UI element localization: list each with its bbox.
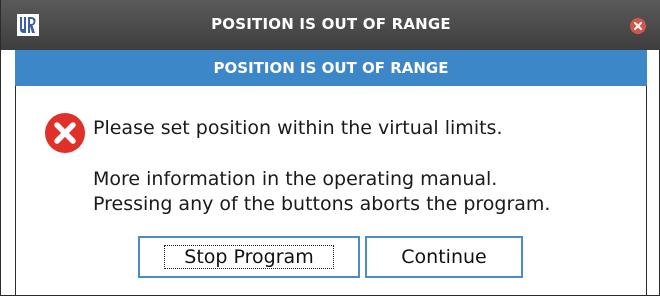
dialog-border-left xyxy=(15,86,16,296)
message-line-2: More information in the operating manual… xyxy=(93,168,498,190)
error-icon xyxy=(44,112,86,154)
continue-label: Continue xyxy=(401,246,487,268)
title-bar[interactable]: POSITION IS OUT OF RANGE xyxy=(1,0,660,50)
continue-button[interactable]: Continue xyxy=(365,236,523,278)
message-line-3: Pressing any of the buttons aborts the p… xyxy=(93,193,551,215)
close-icon[interactable] xyxy=(630,18,646,34)
stop-program-label: Stop Program xyxy=(184,246,314,268)
error-dialog: POSITION IS OUT OF RANGE POSITION IS OUT… xyxy=(0,0,660,296)
message-line-1: Please set position within the virtual l… xyxy=(93,117,503,139)
stop-program-button[interactable]: Stop Program xyxy=(138,236,360,278)
window-title: POSITION IS OUT OF RANGE xyxy=(211,15,451,33)
dialog-header: POSITION IS OUT OF RANGE xyxy=(15,50,647,86)
dialog-border-right xyxy=(646,86,647,296)
